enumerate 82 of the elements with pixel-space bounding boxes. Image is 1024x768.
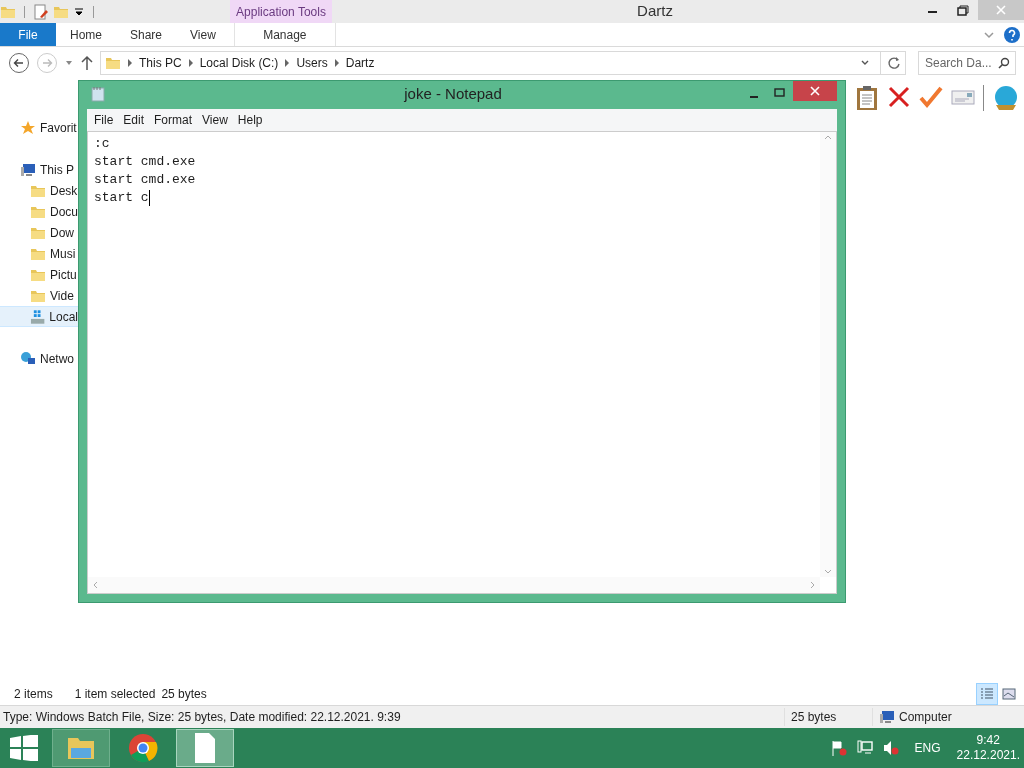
file-size: 25 bytes — [784, 708, 872, 726]
disk-icon — [30, 308, 46, 325]
text-editor[interactable]: :c start cmd.exe start cmd.exe start c — [87, 131, 837, 594]
globe-icon[interactable] — [992, 85, 1020, 111]
address-bar[interactable]: This PC Local Disk (C:) Users Dartz — [100, 51, 906, 75]
star-icon — [20, 119, 36, 136]
refresh-icon[interactable] — [887, 56, 901, 70]
file-details: Type: Windows Batch File, Size: 25 bytes, Date modified: 22.12.2021. 9:39 — [2, 709, 402, 726]
location-label: Computer — [899, 709, 952, 726]
ribbon-tab[interactable]: File — [0, 23, 56, 46]
ribbon-tab[interactable]: Home — [56, 23, 116, 46]
sidebar-item[interactable]: Docu — [0, 201, 78, 222]
chevron-right-icon[interactable] — [333, 59, 340, 67]
taskbar-button[interactable] — [176, 729, 234, 767]
sidebar-item[interactable]: Local — [0, 306, 78, 327]
document-icon — [193, 732, 217, 764]
selection-size: 25 bytes — [161, 685, 207, 703]
network-icon — [20, 350, 36, 367]
text-line: start cmd.exe — [94, 153, 196, 171]
breadcrumb-item[interactable]: Dartz — [345, 54, 375, 72]
text-line: start cmd.exe — [94, 171, 196, 189]
notepad-icon — [91, 86, 105, 102]
computer-icon — [20, 161, 36, 178]
language-indicator[interactable]: ENG — [914, 739, 941, 757]
text-line: start c — [94, 189, 149, 207]
menu-item[interactable]: File — [89, 111, 119, 129]
sidebar-item[interactable]: Netwo — [0, 348, 78, 369]
scroll-up-icon[interactable] — [824, 134, 832, 140]
up-arrow-icon[interactable] — [80, 55, 94, 71]
properties-icon[interactable] — [33, 3, 49, 20]
selection-info: 1 item selected — [74, 685, 156, 703]
chevron-right-icon[interactable] — [127, 59, 133, 67]
chevron-right-icon[interactable] — [284, 59, 291, 67]
window-title: joke - Notepad — [403, 83, 503, 104]
checkmark-icon[interactable] — [919, 85, 943, 109]
folder-icon — [105, 55, 121, 71]
text-cursor — [148, 190, 150, 206]
context-tab-header: Application Tools — [230, 0, 332, 23]
large-icons-view-icon — [1002, 687, 1016, 700]
clock[interactable]: 9:42 22.12.2021. — [956, 733, 1020, 763]
ribbon-tab[interactable]: Share — [116, 23, 177, 46]
clipboard-icon[interactable] — [855, 85, 879, 111]
item-count: 2 items — [14, 685, 53, 703]
window-title: Dartz — [636, 1, 674, 22]
chevron-right-icon[interactable] — [187, 59, 194, 67]
text-line: :c — [94, 135, 110, 153]
dropdown-icon[interactable] — [73, 5, 85, 18]
menu-item[interactable]: Edit — [118, 111, 150, 129]
close-icon — [810, 86, 820, 96]
taskbar-button[interactable] — [52, 729, 110, 767]
network-icon[interactable] — [856, 740, 873, 756]
sidebar-item[interactable]: Favorit — [0, 117, 78, 138]
sidebar-item[interactable]: Pictu — [0, 264, 78, 285]
close-icon — [995, 4, 1007, 16]
scroll-down-icon[interactable] — [824, 569, 832, 575]
ribbon-tab[interactable]: View — [176, 23, 230, 46]
sidebar-item[interactable]: Musi — [0, 243, 78, 264]
search-icon — [998, 57, 1010, 69]
search-field[interactable]: Search Da... — [918, 51, 1016, 75]
breadcrumb-item[interactable]: Users — [296, 54, 328, 72]
breadcrumb-item[interactable]: This PC — [139, 54, 182, 72]
menu-item[interactable]: Help — [232, 111, 268, 129]
sidebar-item[interactable]: Desk — [0, 180, 78, 201]
flag-icon[interactable] — [830, 740, 847, 756]
delete-icon[interactable] — [887, 85, 911, 109]
windows-logo-icon[interactable] — [10, 735, 38, 761]
sidebar-item[interactable]: Dow — [0, 222, 78, 243]
sidebar-item[interactable]: This P — [0, 159, 78, 180]
browser-icon — [127, 732, 159, 764]
computer-icon — [879, 709, 895, 725]
view-toggle[interactable] — [976, 682, 998, 705]
scroll-right-icon[interactable] — [810, 581, 816, 589]
close-button[interactable] — [793, 81, 837, 101]
muted-speaker-icon[interactable] — [882, 740, 899, 756]
sidebar-item[interactable]: Vide — [0, 285, 78, 306]
breadcrumb-item[interactable]: Local Disk (C:) — [199, 54, 279, 72]
menu-item[interactable]: Format — [149, 111, 198, 129]
menu-item[interactable]: View — [197, 111, 233, 129]
details-view-icon — [980, 687, 994, 700]
ribbon-tab[interactable]: Manage — [233, 23, 336, 46]
back-icon[interactable] — [8, 52, 30, 74]
scroll-left-icon[interactable] — [92, 581, 98, 589]
